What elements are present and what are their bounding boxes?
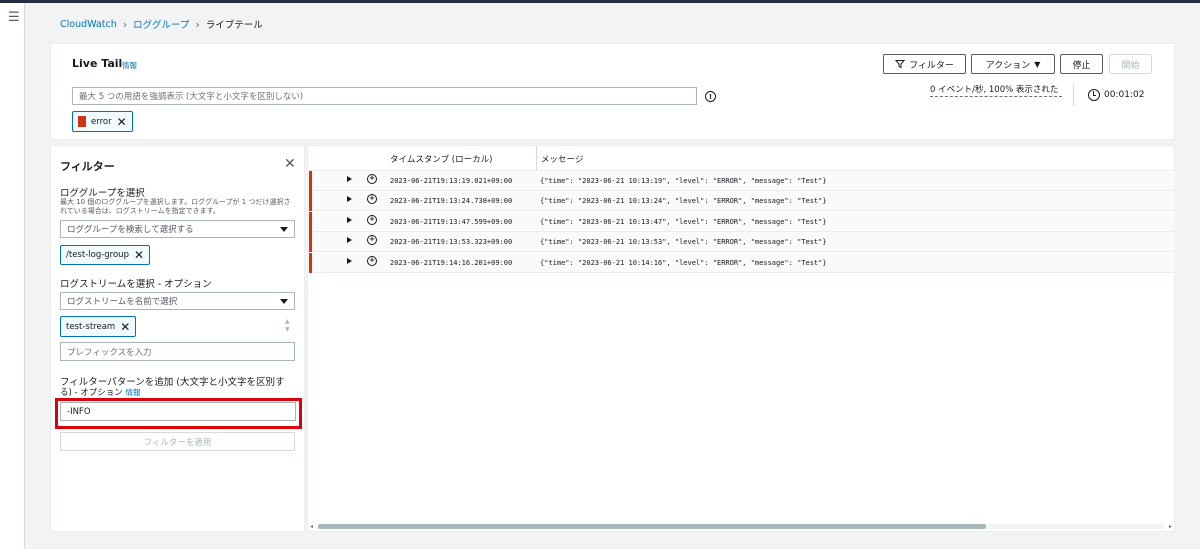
log-group-label: ロググループを選択 xyxy=(60,188,145,199)
info-circle-icon[interactable]: ! xyxy=(705,91,716,102)
start-button-label: 開始 xyxy=(1121,60,1140,71)
scroll-right-icon[interactable]: ▸ xyxy=(1169,523,1172,530)
highlight-token-label: error xyxy=(91,116,112,127)
table-row[interactable]: + 2023-06-21T19:13:19.021+09:00 {"time":… xyxy=(309,171,1175,191)
horizontal-scrollbar[interactable]: ◂ ▸ xyxy=(310,523,1172,530)
column-header-timestamp[interactable]: タイムスタンプ (ローカル) xyxy=(390,153,492,165)
row-highlight-marker xyxy=(309,191,312,211)
breadcrumb: CloudWatch › ロググループ › ライブテール xyxy=(60,17,263,32)
hamburger-icon[interactable]: ☰ xyxy=(8,11,20,24)
log-group-select-placeholder: ロググループを検索して選択する xyxy=(67,225,194,235)
side-navigation-rail: ☰ xyxy=(0,3,25,549)
row-highlight-marker xyxy=(309,232,312,252)
column-divider[interactable] xyxy=(536,146,537,170)
row-timestamp: 2023-06-21T19:13:47.599+09:00 xyxy=(390,218,513,226)
log-group-token: /test-log-group ✕ xyxy=(60,245,151,265)
stop-button[interactable]: 停止 xyxy=(1060,54,1103,74)
highlight-terms-input[interactable]: 最大 5 つの用語を強調表示 (大文字と小文字を区別しない) xyxy=(72,87,697,105)
filter-panel-title: フィルター xyxy=(60,160,115,173)
log-stream-select[interactable]: ログストリームを名前で選択 xyxy=(60,292,295,310)
clock-icon xyxy=(1088,89,1100,101)
table-row[interactable]: + 2023-06-21T19:14:16.201+09:00 {"time":… xyxy=(309,253,1175,273)
row-timestamp: 2023-06-21T19:13:24.738+09:00 xyxy=(390,197,513,205)
scrollbar-thumb[interactable] xyxy=(318,524,986,529)
prefix-input[interactable]: プレフィックスを入力 xyxy=(60,342,295,361)
page-title: Live Tail xyxy=(72,57,123,70)
row-message: {"time": "2023-06-21 10:14:16", "level":… xyxy=(540,259,827,267)
highlight-color-swatch xyxy=(78,116,86,127)
row-timestamp: 2023-06-21T19:13:19.021+09:00 xyxy=(390,177,513,185)
zoom-in-icon[interactable]: + xyxy=(367,256,377,266)
breadcrumb-log-groups[interactable]: ロググループ xyxy=(133,17,189,31)
row-highlight-marker xyxy=(309,253,312,273)
filter-button[interactable]: フィルター xyxy=(883,54,966,74)
actions-dropdown-button[interactable]: アクション ▼ xyxy=(971,54,1055,74)
row-message: {"time": "2023-06-21 10:13:19", "level":… xyxy=(540,177,827,185)
filter-button-label: フィルター xyxy=(909,60,954,71)
column-header-message[interactable]: メッセージ xyxy=(541,153,583,165)
log-group-token-label: /test-log-group xyxy=(66,250,129,260)
divider xyxy=(1073,84,1074,106)
row-highlight-marker xyxy=(309,171,312,191)
log-stream-token: test-stream ✕ xyxy=(60,316,137,337)
elapsed-time: 00:01:02 xyxy=(1104,90,1145,100)
log-group-select[interactable]: ロググループを検索して選択する xyxy=(60,220,295,238)
actions-button-label: アクション xyxy=(985,60,1031,71)
filter-pattern-info-link[interactable]: 情報 xyxy=(126,388,141,397)
table-row[interactable]: + 2023-06-21T19:13:53.323+09:00 {"time":… xyxy=(309,232,1175,252)
caret-down-icon xyxy=(280,299,288,304)
chevron-right-icon: › xyxy=(122,17,128,31)
caret-right-icon[interactable] xyxy=(347,196,352,202)
funnel-icon xyxy=(895,60,906,69)
log-stream-token-label: test-stream xyxy=(66,321,116,332)
zoom-in-icon[interactable]: + xyxy=(367,235,377,245)
table-row[interactable]: + 2023-06-21T19:13:24.738+09:00 {"time":… xyxy=(309,191,1175,211)
top-bar xyxy=(0,0,1200,3)
filter-pattern-label-cont: る) - オプション 情報 xyxy=(60,386,141,398)
start-button: 開始 xyxy=(1109,54,1152,74)
row-highlight-marker xyxy=(309,212,312,232)
row-timestamp: 2023-06-21T19:14:16.201+09:00 xyxy=(390,259,513,267)
scroll-left-icon[interactable]: ◂ xyxy=(310,523,313,530)
filter-pattern-label-line2: る) - オプション xyxy=(60,388,123,398)
table-row[interactable]: + 2023-06-21T19:13:47.599+09:00 {"time":… xyxy=(309,212,1175,232)
log-stream-select-placeholder: ログストリームを名前で選択 xyxy=(67,297,178,307)
stop-button-label: 停止 xyxy=(1072,60,1091,71)
caret-down-icon: ▼ xyxy=(1034,59,1041,69)
apply-filter-button: フィルターを適用 xyxy=(60,432,295,451)
caret-right-icon[interactable] xyxy=(347,237,352,243)
breadcrumb-current: ライブテール xyxy=(205,20,263,31)
caret-down-icon xyxy=(280,227,288,232)
close-icon[interactable]: ✕ xyxy=(120,321,130,333)
row-message: {"time": "2023-06-21 10:13:24", "level":… xyxy=(540,197,827,205)
zoom-in-icon[interactable]: + xyxy=(367,215,377,225)
log-group-description: 最大 10 個のロググループを選択します。ロググループが 1 つだけ選択されてい… xyxy=(60,198,291,215)
event-rate-text[interactable]: 0 イベント/秒, 100% 表示された xyxy=(930,84,1062,97)
close-icon[interactable]: ✕ xyxy=(284,156,296,172)
zoom-in-icon[interactable]: + xyxy=(367,174,377,184)
prefix-input-placeholder: プレフィックスを入力 xyxy=(67,347,152,358)
info-link[interactable]: 情報 xyxy=(122,60,137,71)
row-message: {"time": "2023-06-21 10:13:47", "level":… xyxy=(540,218,827,226)
token-list-scrollbar[interactable]: ▲ ▼ xyxy=(285,318,290,334)
caret-right-icon[interactable] xyxy=(347,217,352,223)
close-icon[interactable]: ✕ xyxy=(134,249,144,261)
breadcrumb-cloudwatch[interactable]: CloudWatch xyxy=(60,19,117,30)
annotation-highlight-box xyxy=(55,398,302,429)
row-timestamp: 2023-06-21T19:13:53.323+09:00 xyxy=(390,238,513,246)
row-message: {"time": "2023-06-21 10:13:53", "level":… xyxy=(540,238,827,246)
zoom-in-icon[interactable]: + xyxy=(367,194,377,204)
caret-right-icon[interactable] xyxy=(347,176,352,182)
caret-right-icon[interactable] xyxy=(347,258,352,264)
close-icon[interactable]: ✕ xyxy=(117,116,127,128)
highlight-token-error: error ✕ xyxy=(72,111,133,132)
log-stream-label: ログストリームを選択 - オプション xyxy=(60,279,212,290)
chevron-right-icon: › xyxy=(195,17,200,31)
